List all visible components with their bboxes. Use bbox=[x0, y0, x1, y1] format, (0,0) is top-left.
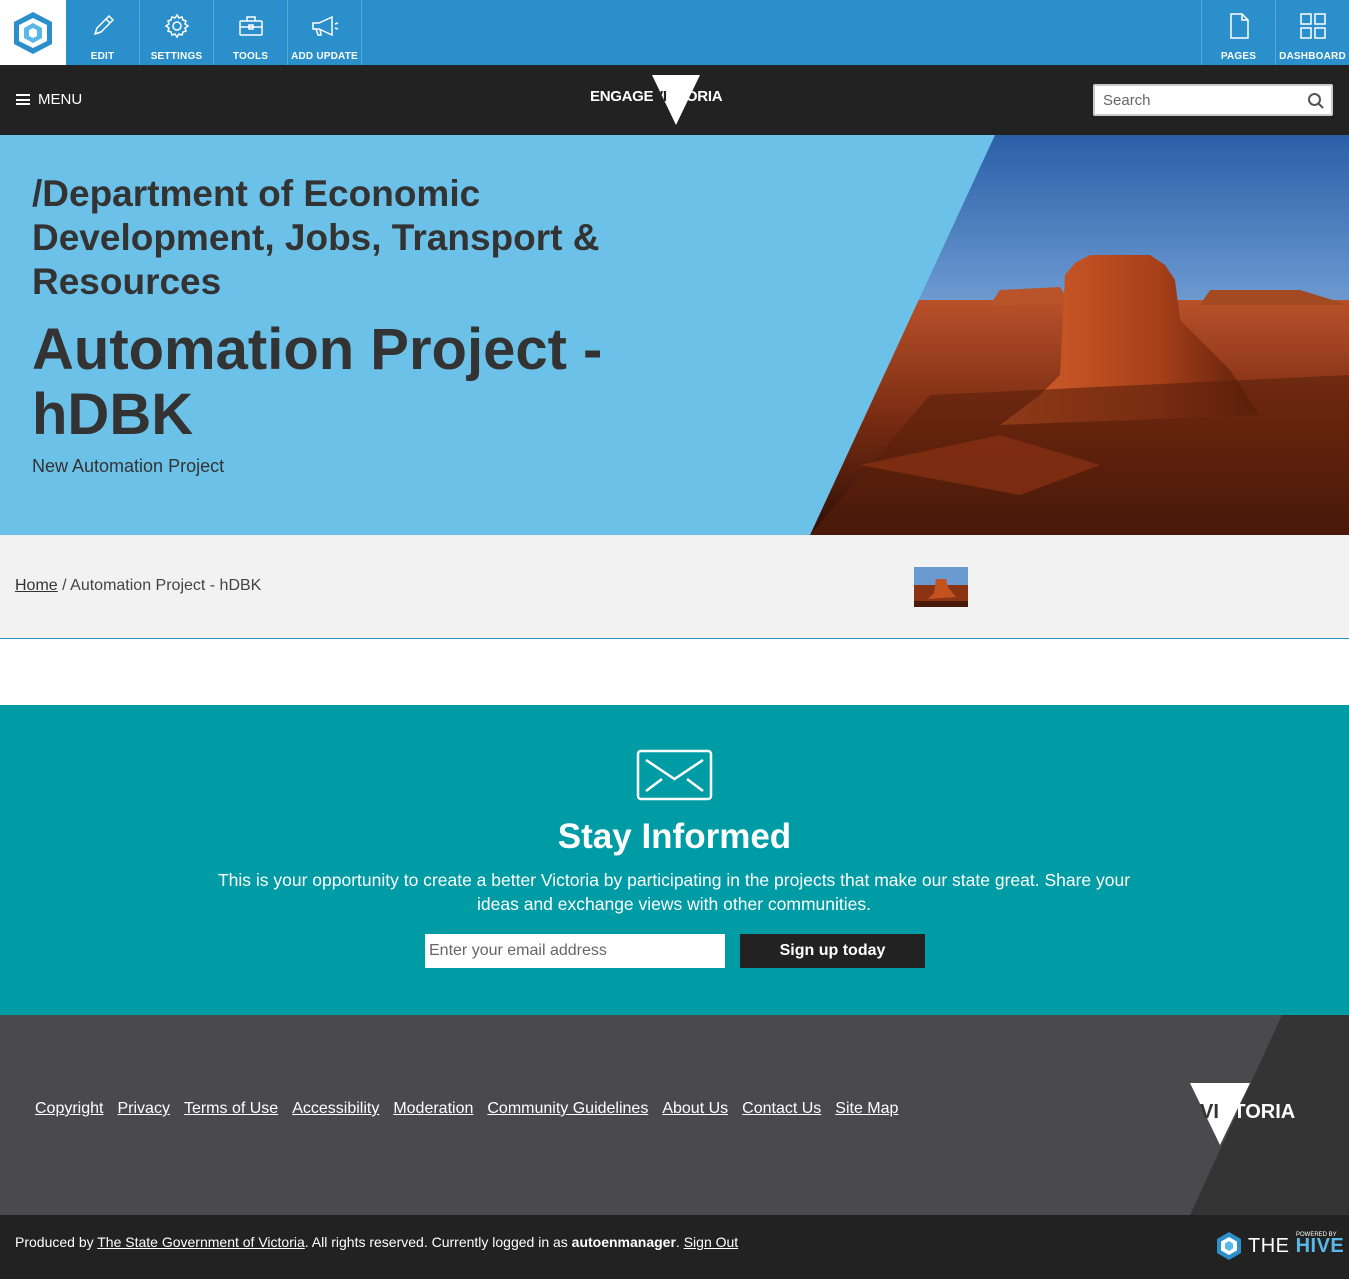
toolbox-icon bbox=[238, 0, 264, 51]
hamburger-icon bbox=[16, 94, 30, 105]
grid-icon bbox=[1299, 0, 1327, 51]
footer-link-contact[interactable]: Contact Us bbox=[742, 1100, 821, 1118]
footer-link-terms[interactable]: Terms of Use bbox=[184, 1100, 278, 1118]
breadcrumb-separator: / bbox=[62, 577, 67, 594]
sign-out-link[interactable]: Sign Out bbox=[684, 1234, 738, 1250]
page-icon bbox=[1228, 0, 1250, 51]
hive-hexagon-icon bbox=[1217, 1232, 1241, 1260]
search-input[interactable] bbox=[1095, 86, 1295, 114]
search-box bbox=[1093, 84, 1333, 116]
rights-text: . All rights reserved. Currently logged … bbox=[304, 1234, 568, 1250]
footer-link-privacy[interactable]: Privacy bbox=[117, 1100, 169, 1118]
produced-by-label: Produced by bbox=[15, 1234, 94, 1250]
footer-link-copyright[interactable]: Copyright bbox=[35, 1100, 103, 1118]
admin-right-group: PAGES DASHBOARD bbox=[1201, 0, 1349, 65]
tools-button[interactable]: TOOLS bbox=[214, 0, 288, 65]
brand-engage: ENGAGE bbox=[590, 88, 654, 105]
email-field[interactable] bbox=[425, 934, 725, 968]
tools-label: TOOLS bbox=[232, 51, 269, 62]
add-update-label: ADD UPDATE bbox=[291, 51, 358, 62]
footer-link-about[interactable]: About Us bbox=[662, 1100, 728, 1118]
breadcrumb: Home / Automation Project - hDBK bbox=[15, 577, 261, 595]
victoria-logo[interactable]: VICTORIA bbox=[1190, 1083, 1310, 1145]
stay-informed-text: This is your opportunity to create a bet… bbox=[217, 870, 1131, 914]
pages-button[interactable]: PAGES bbox=[1201, 0, 1275, 65]
envelope-icon bbox=[636, 749, 713, 801]
add-update-button[interactable]: ADD UPDATE bbox=[288, 0, 362, 65]
hive-the: THE bbox=[1248, 1234, 1290, 1257]
footer-link-accessibility[interactable]: Accessibility bbox=[292, 1100, 379, 1118]
state-government-link[interactable]: The State Government of Victoria bbox=[97, 1234, 305, 1250]
footer-link-moderation[interactable]: Moderation bbox=[393, 1100, 473, 1118]
page-subtitle: New Automation Project bbox=[32, 456, 225, 476]
credits-text: Produced by The State Government of Vict… bbox=[15, 1234, 739, 1250]
pencil-icon bbox=[90, 0, 116, 51]
footer-link-sitemap[interactable]: Site Map bbox=[835, 1100, 898, 1118]
megaphone-icon bbox=[310, 0, 340, 51]
footer-links: Copyright Privacy Terms of Use Accessibi… bbox=[35, 1100, 898, 1118]
breadcrumb-current: Automation Project - hDBK bbox=[70, 577, 262, 594]
edit-button[interactable]: EDIT bbox=[66, 0, 140, 65]
footer-link-community-guidelines[interactable]: Community Guidelines bbox=[487, 1100, 648, 1118]
dashboard-label: DASHBOARD bbox=[1279, 51, 1346, 62]
pages-label: PAGES bbox=[1220, 51, 1257, 62]
search-icon[interactable] bbox=[1307, 92, 1325, 115]
vic-logo-ctoria: CTORIA bbox=[1218, 1101, 1296, 1123]
powered-by-label: POWERED BY bbox=[1296, 1232, 1337, 1238]
gear-icon bbox=[163, 0, 191, 51]
menu-button[interactable]: MENU bbox=[16, 91, 82, 108]
dashboard-button[interactable]: DASHBOARD bbox=[1275, 0, 1349, 65]
edit-label: EDIT bbox=[90, 51, 115, 62]
brand-ctoria: CTORIA bbox=[666, 88, 723, 105]
settings-button[interactable]: SETTINGS bbox=[140, 0, 214, 65]
project-thumbnail-image[interactable] bbox=[914, 567, 968, 607]
vic-logo-vi: VI bbox=[1200, 1101, 1219, 1123]
brand-vi: VI bbox=[653, 88, 667, 105]
page-title: Automation Project - hDBK bbox=[32, 317, 603, 447]
breadcrumb-bar: Home / Automation Project - hDBK bbox=[0, 535, 1349, 639]
menu-label: MENU bbox=[38, 91, 83, 108]
stay-informed-title: Stay Informed bbox=[557, 817, 792, 856]
breadcrumb-home-link[interactable]: Home bbox=[15, 577, 58, 594]
logged-in-username: autoenmanager bbox=[571, 1234, 676, 1250]
settings-label: SETTINGS bbox=[150, 51, 203, 62]
stay-informed-section: Stay Informed This is your opportunity t… bbox=[0, 705, 1349, 1015]
admin-toolbar: EDIT SETTINGS TOOLS ADD UPDATE PAGES DAS… bbox=[0, 0, 1349, 65]
sign-up-button[interactable]: Sign up today bbox=[740, 934, 925, 968]
hero-banner: /Department of Economic Development, Job… bbox=[0, 135, 1349, 535]
site-header: MENU ENGAGEVICTORIA bbox=[0, 65, 1349, 135]
engage-victoria-logo[interactable]: ENGAGEVICTORIA bbox=[590, 73, 742, 125]
site-footer: Copyright Privacy Terms of Use Accessibi… bbox=[0, 1015, 1349, 1215]
department-title: /Department of Economic Development, Job… bbox=[32, 173, 600, 302]
hive-logo-icon[interactable] bbox=[0, 0, 66, 65]
bottom-bar: Produced by The State Government of Vict… bbox=[0, 1215, 1349, 1279]
